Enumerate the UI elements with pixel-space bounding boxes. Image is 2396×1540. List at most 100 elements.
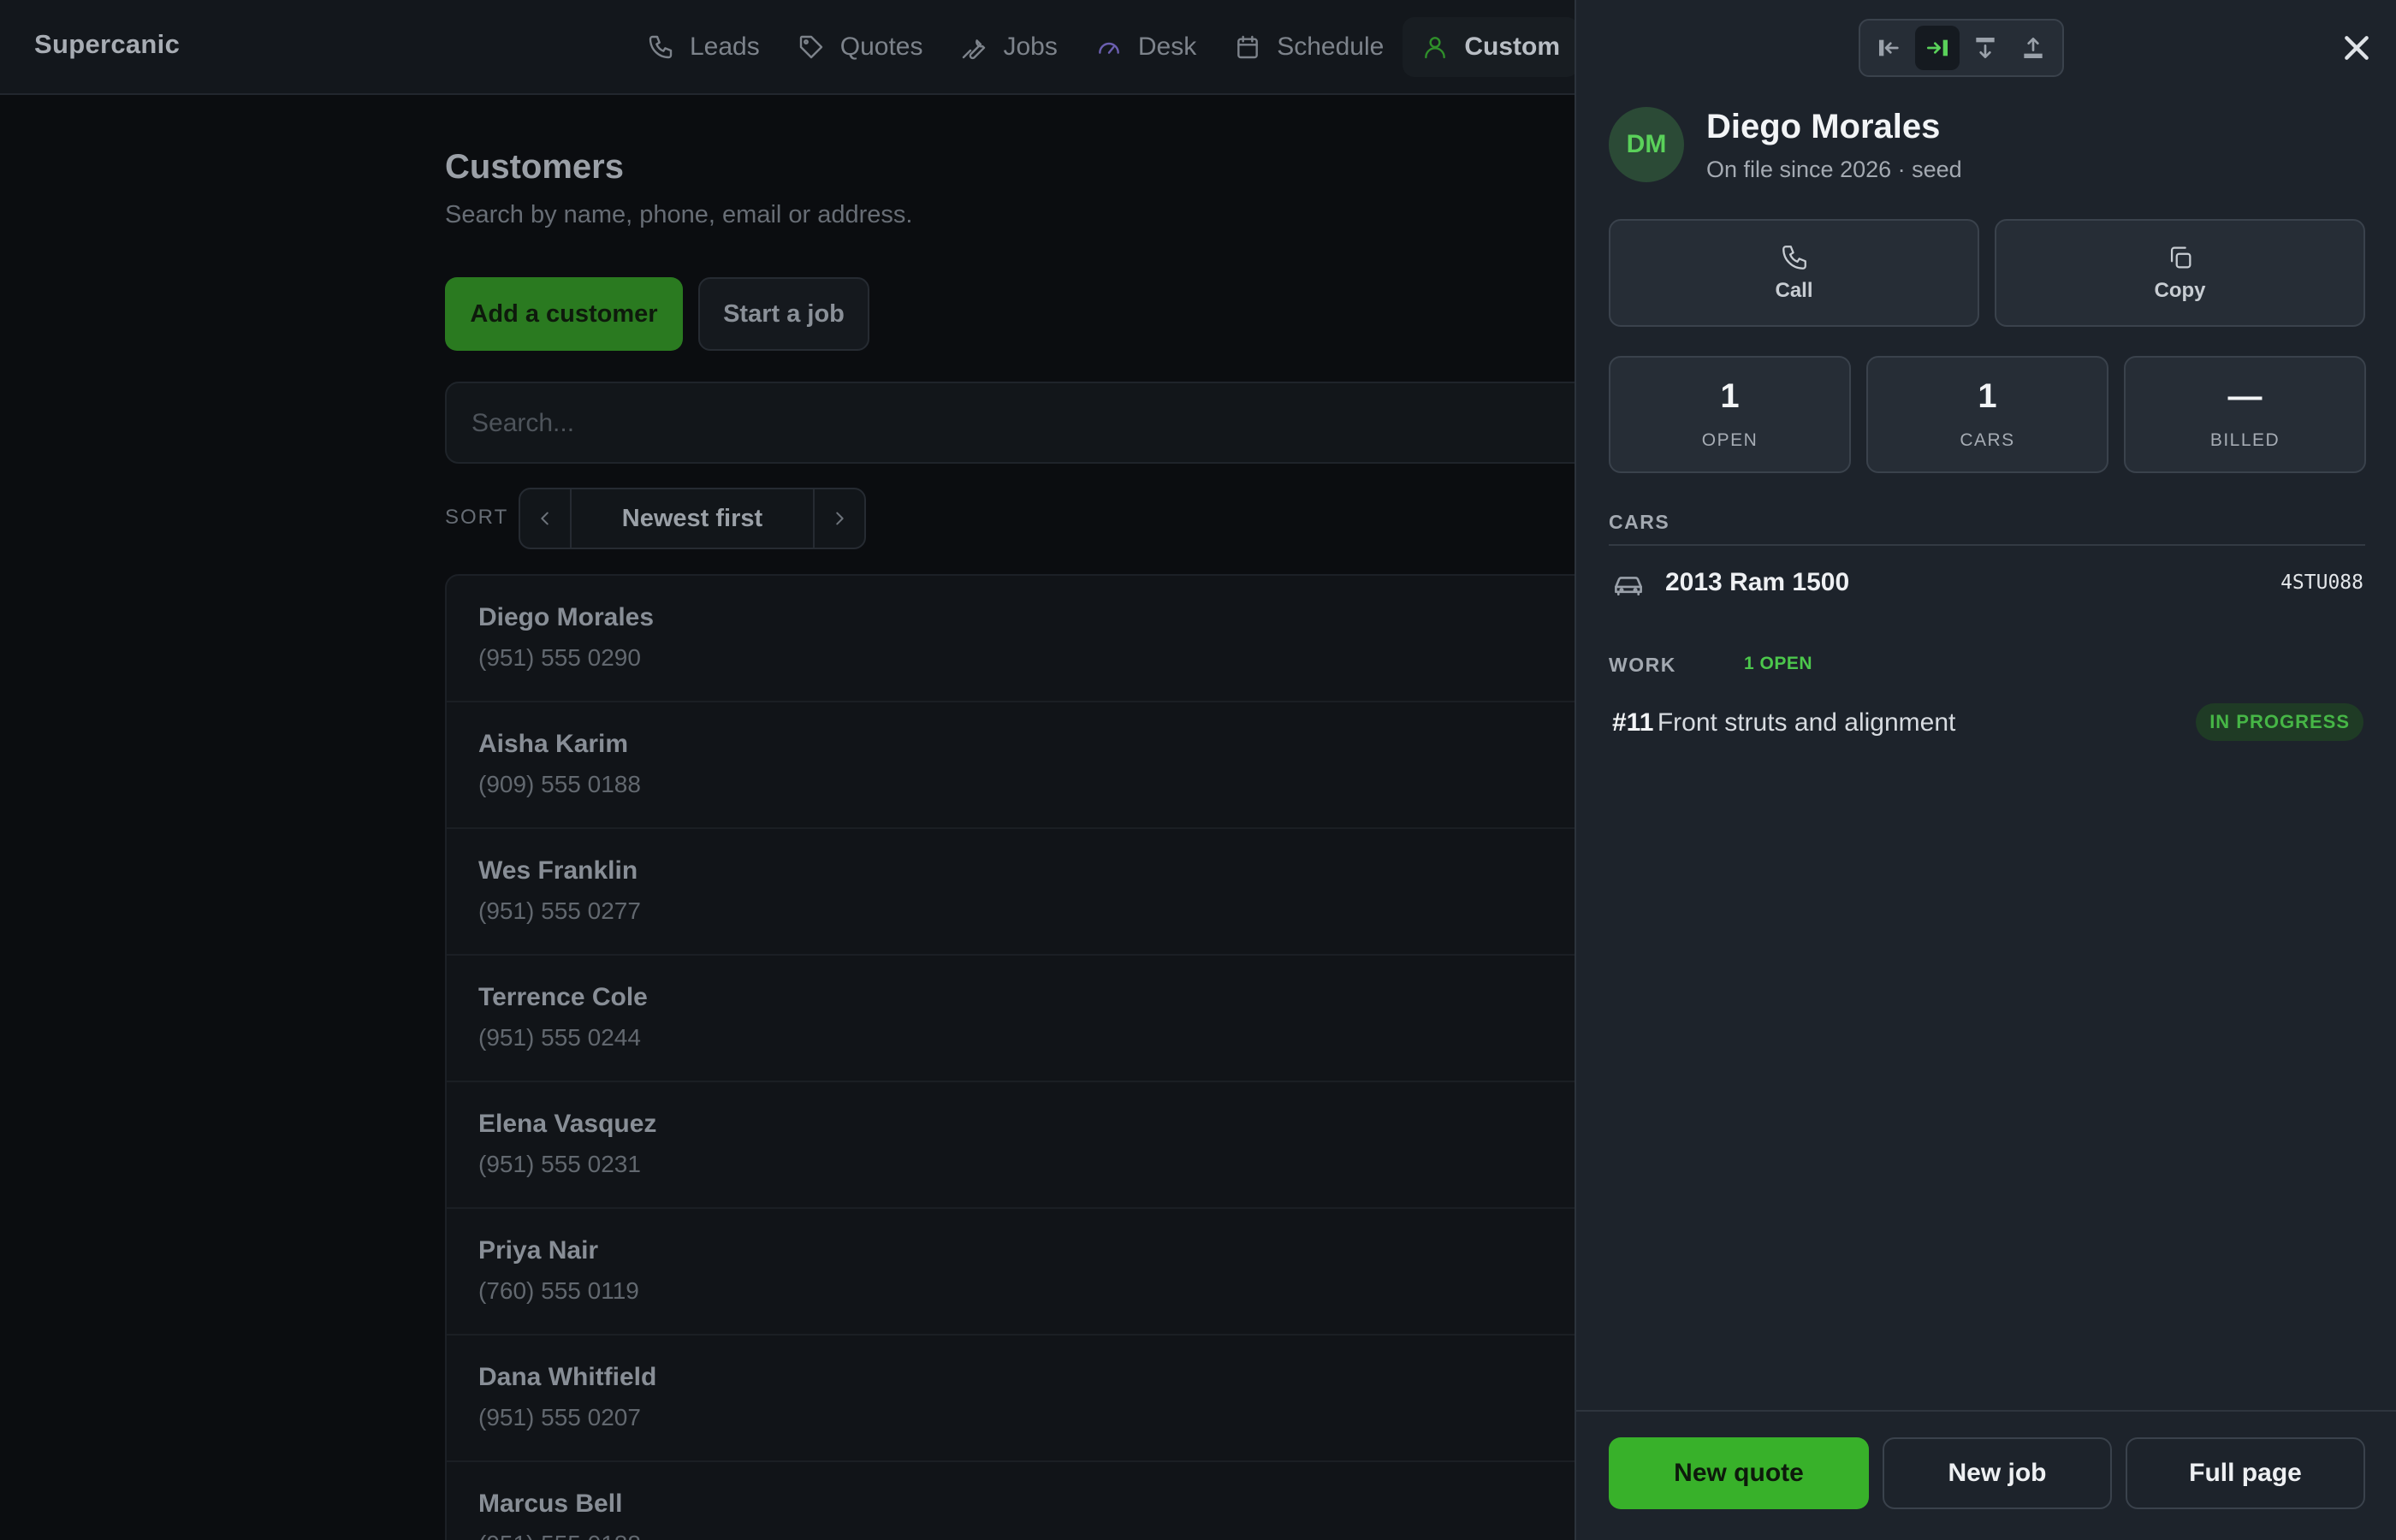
job-title: Front struts and alignment bbox=[1657, 708, 1956, 737]
job-number: #11 bbox=[1612, 708, 1654, 737]
page-title: Customers bbox=[445, 148, 624, 186]
customer-name-heading: Diego Morales bbox=[1706, 108, 1941, 145]
start-job-button[interactable]: Start a job bbox=[698, 277, 869, 351]
brand-logo[interactable]: Supercanic bbox=[34, 29, 180, 60]
nav-item-quotes[interactable]: Quotes bbox=[779, 17, 942, 77]
panel-dock-control bbox=[1859, 19, 2064, 77]
list-item[interactable]: Wes Franklin (951) 555 0277 bbox=[447, 829, 1641, 956]
dock-bottom-button[interactable] bbox=[2011, 26, 2055, 70]
search-placeholder: Search... bbox=[471, 409, 575, 437]
gauge-icon bbox=[1098, 42, 1119, 54]
nav-item-jobs[interactable]: Jobs bbox=[941, 17, 1076, 77]
customer-phone: (951) 555 0207 bbox=[478, 1404, 641, 1430]
sort-control: Newest first bbox=[519, 488, 866, 549]
wrench-icon bbox=[963, 39, 986, 60]
customer-name: Terrence Cole bbox=[478, 983, 648, 1011]
phone-icon bbox=[1782, 246, 1806, 270]
nav-item-leads[interactable]: Leads bbox=[628, 17, 779, 77]
close-icon[interactable] bbox=[2340, 31, 2374, 65]
car-row[interactable]: 2013 Ram 1500 4STU088 bbox=[1612, 566, 2363, 604]
section-divider bbox=[1609, 544, 2365, 546]
new-job-button[interactable]: New job bbox=[1883, 1437, 2112, 1509]
nav-item-customers[interactable]: Custom bbox=[1403, 17, 1579, 77]
cars-section-title: CARS bbox=[1609, 511, 1670, 533]
dock-right-icon bbox=[1927, 39, 1948, 56]
nav-item-desk[interactable]: Desk bbox=[1076, 17, 1215, 77]
stat-value: 1 bbox=[1720, 376, 1740, 415]
car-icon bbox=[1615, 577, 1642, 596]
chevron-left-icon bbox=[541, 512, 549, 525]
job-line: #11 Front struts and alignment bbox=[1612, 708, 1955, 737]
customer-phone: (909) 555 0188 bbox=[478, 771, 641, 797]
customer-name: Elena Vasquez bbox=[478, 1110, 657, 1138]
nav-item-schedule[interactable]: Schedule bbox=[1215, 17, 1403, 77]
customer-phone: (951) 555 0277 bbox=[478, 897, 641, 924]
nav-label: Schedule bbox=[1277, 33, 1385, 61]
call-button[interactable]: Call bbox=[1609, 219, 1979, 327]
calendar-icon bbox=[1237, 35, 1259, 59]
stat-value: — bbox=[2227, 376, 2263, 415]
main-nav: Leads Quotes Jobs Desk Schedule Custom bbox=[628, 17, 1579, 77]
dock-bottom-icon bbox=[2024, 38, 2043, 58]
customer-phone: (760) 555 0119 bbox=[478, 1277, 639, 1304]
stat-open: 1 OPEN bbox=[1609, 356, 1851, 473]
new-quote-button[interactable]: New quote bbox=[1609, 1437, 1869, 1509]
customer-phone: (951) 555 0290 bbox=[478, 644, 641, 671]
add-customer-button[interactable]: Add a customer bbox=[445, 277, 683, 351]
sort-next-button[interactable] bbox=[813, 489, 864, 548]
customer-name: Wes Franklin bbox=[478, 856, 638, 885]
panel-footer: New quote New job Full page bbox=[1576, 1410, 2396, 1540]
copy-icon bbox=[2170, 246, 2191, 269]
work-section-title: WORK bbox=[1609, 654, 1676, 676]
list-item[interactable]: Dana Whitfield (951) 555 0207 bbox=[447, 1336, 1641, 1462]
list-item[interactable]: Marcus Bell (951) 555 0188 bbox=[447, 1462, 1641, 1540]
customer-name: Priya Nair bbox=[478, 1236, 599, 1265]
list-item[interactable]: Terrence Cole (951) 555 0244 bbox=[447, 956, 1641, 1082]
nav-label: Quotes bbox=[839, 33, 923, 61]
sort-prev-button[interactable] bbox=[520, 489, 572, 548]
app-root: Supercanic Leads Quotes Jobs Desk Schedu… bbox=[0, 0, 2396, 1540]
contact-actions: Call Copy bbox=[1609, 219, 2365, 327]
page-actions: Add a customer Start a job bbox=[445, 277, 869, 351]
nav-label: Desk bbox=[1137, 33, 1197, 61]
full-page-button[interactable]: Full page bbox=[2126, 1437, 2365, 1509]
list-item[interactable]: Aisha Karim (909) 555 0188 bbox=[447, 702, 1641, 829]
stat-label: BILLED bbox=[2209, 429, 2280, 450]
job-row[interactable]: #11 Front struts and alignment IN PROGRE… bbox=[1612, 702, 2363, 746]
copy-label: Copy bbox=[2154, 279, 2206, 302]
sort-value[interactable]: Newest first bbox=[572, 489, 813, 548]
dock-right-button[interactable] bbox=[1915, 26, 1960, 70]
tag-icon bbox=[799, 35, 822, 59]
nav-label: Jobs bbox=[1003, 33, 1058, 61]
stat-label: CARS bbox=[1960, 429, 2015, 450]
stat-billed: — BILLED bbox=[2124, 356, 2366, 473]
list-item[interactable]: Priya Nair (760) 555 0119 bbox=[447, 1209, 1641, 1336]
customer-detail-panel: DM Diego Morales On file since 2026 · se… bbox=[1575, 0, 2396, 1540]
search-input[interactable]: Search... bbox=[445, 382, 1643, 464]
customer-phone: (951) 555 0244 bbox=[478, 1024, 641, 1051]
car-plate: 4STU088 bbox=[2280, 572, 2363, 594]
stat-cars: 1 CARS bbox=[1866, 356, 2108, 473]
copy-button[interactable]: Copy bbox=[1995, 219, 2365, 327]
stat-label: OPEN bbox=[1701, 429, 1758, 450]
phone-icon bbox=[649, 35, 673, 59]
dock-top-button[interactable] bbox=[1963, 26, 2008, 70]
customer-name: Marcus Bell bbox=[478, 1490, 623, 1518]
call-label: Call bbox=[1775, 279, 1813, 302]
nav-label: Leads bbox=[690, 33, 760, 61]
list-item[interactable]: Diego Morales (951) 555 0290 bbox=[447, 576, 1641, 702]
user-icon bbox=[1425, 37, 1446, 59]
nav-label: Custom bbox=[1464, 33, 1560, 61]
chevron-right-icon bbox=[836, 512, 844, 525]
dock-left-button[interactable] bbox=[1867, 26, 1912, 70]
list-item[interactable]: Elena Vasquez (951) 555 0231 bbox=[447, 1082, 1641, 1209]
customer-phone: (951) 555 0188 bbox=[478, 1531, 641, 1540]
avatar: DM bbox=[1609, 107, 1684, 182]
dock-left-icon bbox=[1879, 39, 1899, 56]
sort-label: SORT bbox=[445, 506, 509, 529]
stat-value: 1 bbox=[1978, 376, 1997, 415]
open-count-badge: 1 OPEN bbox=[1744, 654, 1813, 673]
customer-name: Dana Whitfield bbox=[478, 1363, 657, 1391]
page-subtitle: Search by name, phone, email or address. bbox=[445, 201, 913, 228]
customer-name: Diego Morales bbox=[478, 603, 655, 631]
